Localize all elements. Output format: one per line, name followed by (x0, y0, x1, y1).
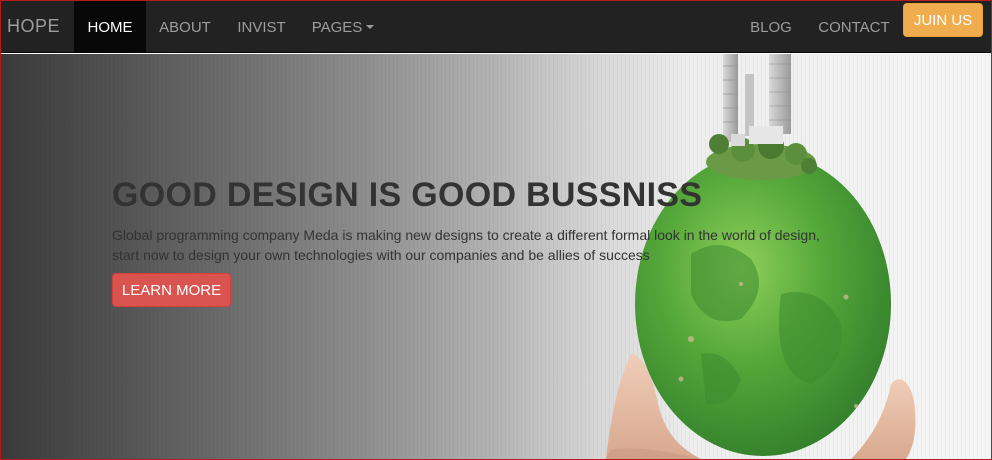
trees-on-globe (706, 126, 817, 180)
nav-home[interactable]: HOME (74, 1, 146, 53)
join-us-label: JUIN US (913, 11, 973, 29)
nav-invist-label: INVIST (237, 18, 286, 36)
nav-home-label: HOME (87, 18, 133, 36)
learn-more-label: LEARN MORE (121, 281, 222, 299)
nav-blog[interactable]: BLOG (737, 1, 805, 53)
nav-blog-label: BLOG (750, 18, 792, 36)
caret-down-icon (366, 25, 375, 29)
brand-logo[interactable]: HOPE (7, 16, 60, 37)
navbar: HOPE HOME ABOUT INVIST PAGES BLOG CONTAC… (1, 1, 991, 53)
nav-contact[interactable]: CONTACT (805, 1, 903, 53)
hero-title: GOOD DESIGN IS GOOD BUSSNISS (112, 176, 703, 214)
page-frame: HOPE HOME ABOUT INVIST PAGES BLOG CONTAC… (0, 0, 992, 460)
hero-description: Global programming company Meda is makin… (112, 227, 820, 263)
hero-banner: GOOD DESIGN IS GOOD BUSSNISS Global prog… (1, 54, 991, 459)
nav-contact-label: CONTACT (818, 18, 890, 36)
nav-pages-label: PAGES (311, 18, 363, 36)
nav-pages-dropdown[interactable]: PAGES (299, 1, 387, 53)
nav-invist[interactable]: INVIST (224, 1, 299, 53)
join-us-button[interactable]: JUIN US (903, 3, 983, 37)
nav-about-label: ABOUT (159, 18, 211, 36)
learn-more-button[interactable]: LEARN MORE (112, 273, 231, 307)
nav-about[interactable]: ABOUT (146, 1, 224, 53)
